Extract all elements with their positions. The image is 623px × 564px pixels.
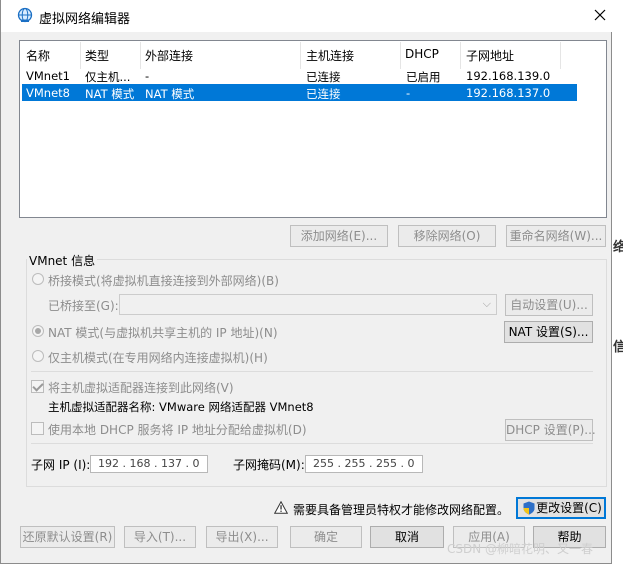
column-header-type[interactable]: 类型 — [85, 47, 109, 64]
vmnet-info-label: VMnet 信息 — [27, 252, 98, 269]
cell-name: VMnet1 — [26, 69, 70, 83]
cell-type: NAT 模式 — [85, 87, 135, 101]
cell-external: NAT 模式 — [145, 87, 195, 101]
column-separator — [300, 42, 301, 69]
column-header-subnet[interactable]: 子网地址 — [466, 47, 514, 64]
nat-mode-radio[interactable] — [32, 325, 44, 337]
chevron-down-icon: ⌵ — [482, 297, 491, 310]
divider — [31, 443, 593, 444]
adapter-name-text: 主机虚拟适配器名称: VMware 网络适配器 VMnet8 — [48, 400, 314, 414]
bridged-to-label: 已桥接至(G): — [48, 299, 119, 313]
cell-dhcp: 已启用 — [406, 70, 441, 84]
connect-adapter-label: 将主机虚拟适配器连接到此网络(V) — [48, 381, 234, 395]
column-separator — [400, 42, 401, 69]
import-button[interactable]: 导入(T)... — [124, 526, 196, 548]
nat-settings-button[interactable]: NAT 设置(S)... — [504, 321, 593, 343]
network-globe-icon — [17, 7, 33, 23]
rename-network-button[interactable]: 重命名网络(W)... — [506, 225, 606, 247]
add-network-button[interactable]: 添加网络(E)... — [290, 225, 388, 247]
background-char: 信 — [613, 340, 623, 355]
subnet-ip-input[interactable]: 192 . 168 . 137 . 0 — [90, 455, 208, 473]
virtual-network-editor-window: 虚拟网络编辑器 名称 类型 外部连接 主机连接 DHCP 子网地址 VMnet1… — [0, 0, 613, 564]
window-title: 虚拟网络编辑器 — [39, 12, 131, 27]
column-header-name[interactable]: 名称 — [26, 47, 50, 64]
bridged-to-select[interactable]: ⌵ — [119, 294, 497, 315]
use-dhcp-label: 使用本地 DHCP 服务将 IP 地址分配给虚拟机(D) — [48, 423, 307, 437]
dhcp-settings-button[interactable]: DHCP 设置(P)... — [505, 419, 596, 441]
close-icon[interactable] — [589, 4, 611, 26]
export-button[interactable]: 导出(X)... — [206, 526, 278, 548]
title-bar: 虚拟网络编辑器 — [1, 0, 613, 32]
column-header-dhcp[interactable]: DHCP — [405, 47, 439, 61]
column-header-external[interactable]: 外部连接 — [145, 47, 193, 64]
column-separator — [460, 42, 461, 69]
cell-dhcp: - — [406, 86, 411, 100]
bridged-mode-label: 桥接模式(将虚拟机直接连接到外部网络)(B) — [48, 274, 279, 288]
uac-shield-icon — [523, 501, 535, 515]
cell-subnet: 192.168.139.0 — [466, 69, 551, 83]
use-dhcp-checkbox[interactable] — [31, 422, 44, 435]
subnet-mask-label: 子网掩码(M): — [233, 458, 305, 472]
auto-settings-button[interactable]: 自动设置(U)... — [505, 294, 593, 316]
network-list[interactable]: 名称 类型 外部连接 主机连接 DHCP 子网地址 VMnet1 仅主机... … — [19, 40, 607, 218]
cancel-button[interactable]: 取消 — [370, 526, 444, 548]
cell-type: 仅主机... — [85, 70, 131, 84]
ok-button[interactable]: 确定 — [290, 526, 362, 548]
subnet-ip-label: 子网 IP (I): — [31, 458, 91, 472]
warning-icon — [274, 501, 288, 514]
host-only-label: 仅主机模式(在专用网络内连接虚拟机)(H) — [48, 351, 268, 365]
column-separator — [140, 42, 141, 69]
connect-adapter-checkbox[interactable] — [31, 380, 44, 393]
column-header-host[interactable]: 主机连接 — [306, 47, 354, 64]
cell-host: 已连接 — [306, 87, 341, 101]
cell-external: - — [145, 69, 150, 83]
column-separator — [560, 42, 561, 69]
change-settings-label: 更改设置(C) — [536, 501, 602, 515]
host-only-radio[interactable] — [32, 350, 44, 362]
cell-name: VMnet8 — [26, 86, 70, 100]
admin-warning-text: 需要具备管理员特权才能修改网络配置。 — [293, 503, 510, 517]
watermark: CSDN @柳暗花明、又一春 — [447, 542, 594, 556]
change-settings-button[interactable]: 更改设置(C) — [516, 497, 606, 519]
restore-defaults-button[interactable]: 还原默认设置(R) — [20, 526, 115, 548]
remove-network-button[interactable]: 移除网络(O) — [398, 225, 496, 247]
nat-mode-label: NAT 模式(与虚拟机共享主机的 IP 地址)(N) — [48, 326, 278, 340]
subnet-mask-input[interactable]: 255 . 255 . 255 . 0 — [305, 455, 423, 473]
divider — [31, 371, 593, 372]
cell-subnet: 192.168.137.0 — [466, 86, 551, 100]
bridged-mode-radio[interactable] — [32, 273, 44, 285]
background-char: 络 — [613, 240, 623, 255]
column-separator — [80, 42, 81, 69]
table-row[interactable]: VMnet1 仅主机... - 已连接 已启用 192.168.139.0 — [22, 67, 577, 84]
cell-host: 已连接 — [306, 70, 341, 84]
table-row-selected[interactable]: VMnet8 NAT 模式 NAT 模式 已连接 - 192.168.137.0 — [22, 84, 577, 101]
